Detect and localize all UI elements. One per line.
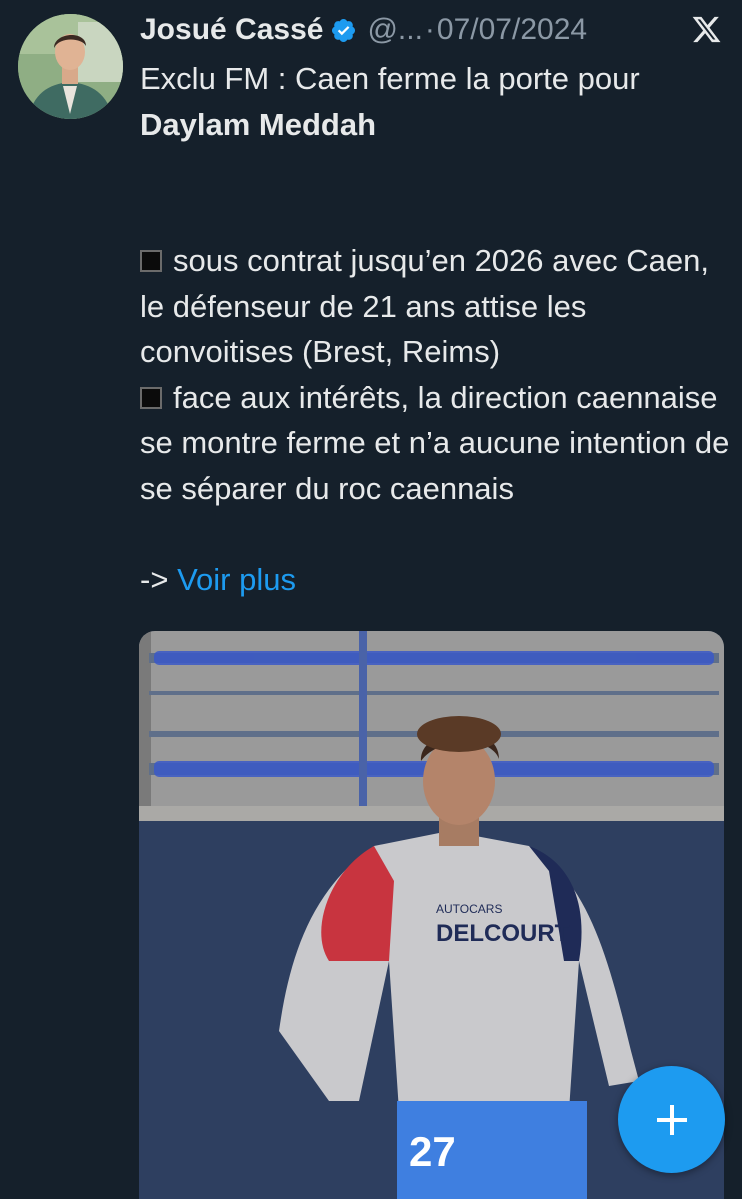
bullet-text-1: sous contrat jusqu’en 2026 avec Caen, le…: [140, 243, 709, 369]
tweet-header: Josué Cassé @... · 07/07/2024: [140, 8, 722, 52]
bullet-paragraph-1: sous contrat jusqu’en 2026 avec Caen, le…: [140, 238, 730, 375]
separator-dot: ·: [424, 13, 435, 46]
arrow-text: ->: [140, 561, 169, 597]
x-logo-icon[interactable]: [691, 14, 722, 45]
author-name[interactable]: Josué Cassé: [140, 13, 323, 47]
sponsor-line-2: DELCOURT: [436, 920, 570, 947]
see-more-line: -> Voir plus: [140, 557, 730, 603]
tweet-line-1: Exclu FM : Caen ferme la porte pour: [140, 61, 640, 96]
tweet-date[interactable]: 07/07/2024: [437, 13, 587, 47]
black-square-bullet-icon: [140, 386, 162, 409]
author-avatar-image: [18, 14, 123, 119]
tweet-line-2: Daylam Meddah: [140, 106, 377, 142]
bullet-text-2: face aux intérêts, la direction caennais…: [140, 379, 730, 506]
tweet-text: Exclu FM : Caen ferme la porte pour Dayl…: [140, 56, 730, 602]
shirt-number: 27: [409, 1128, 456, 1175]
black-square-bullet-icon: [140, 250, 162, 272]
author-avatar[interactable]: [18, 14, 123, 119]
author-handle[interactable]: @...: [367, 13, 422, 47]
plus-icon: [656, 1104, 687, 1135]
see-more-link[interactable]: Voir plus: [177, 562, 296, 597]
sponsor-line-1: AUTOCARS: [436, 902, 502, 916]
compose-button[interactable]: [618, 1066, 725, 1173]
bullet-paragraph-2: face aux intérêts, la direction caennais…: [140, 375, 730, 512]
verified-badge-icon: [332, 18, 356, 42]
